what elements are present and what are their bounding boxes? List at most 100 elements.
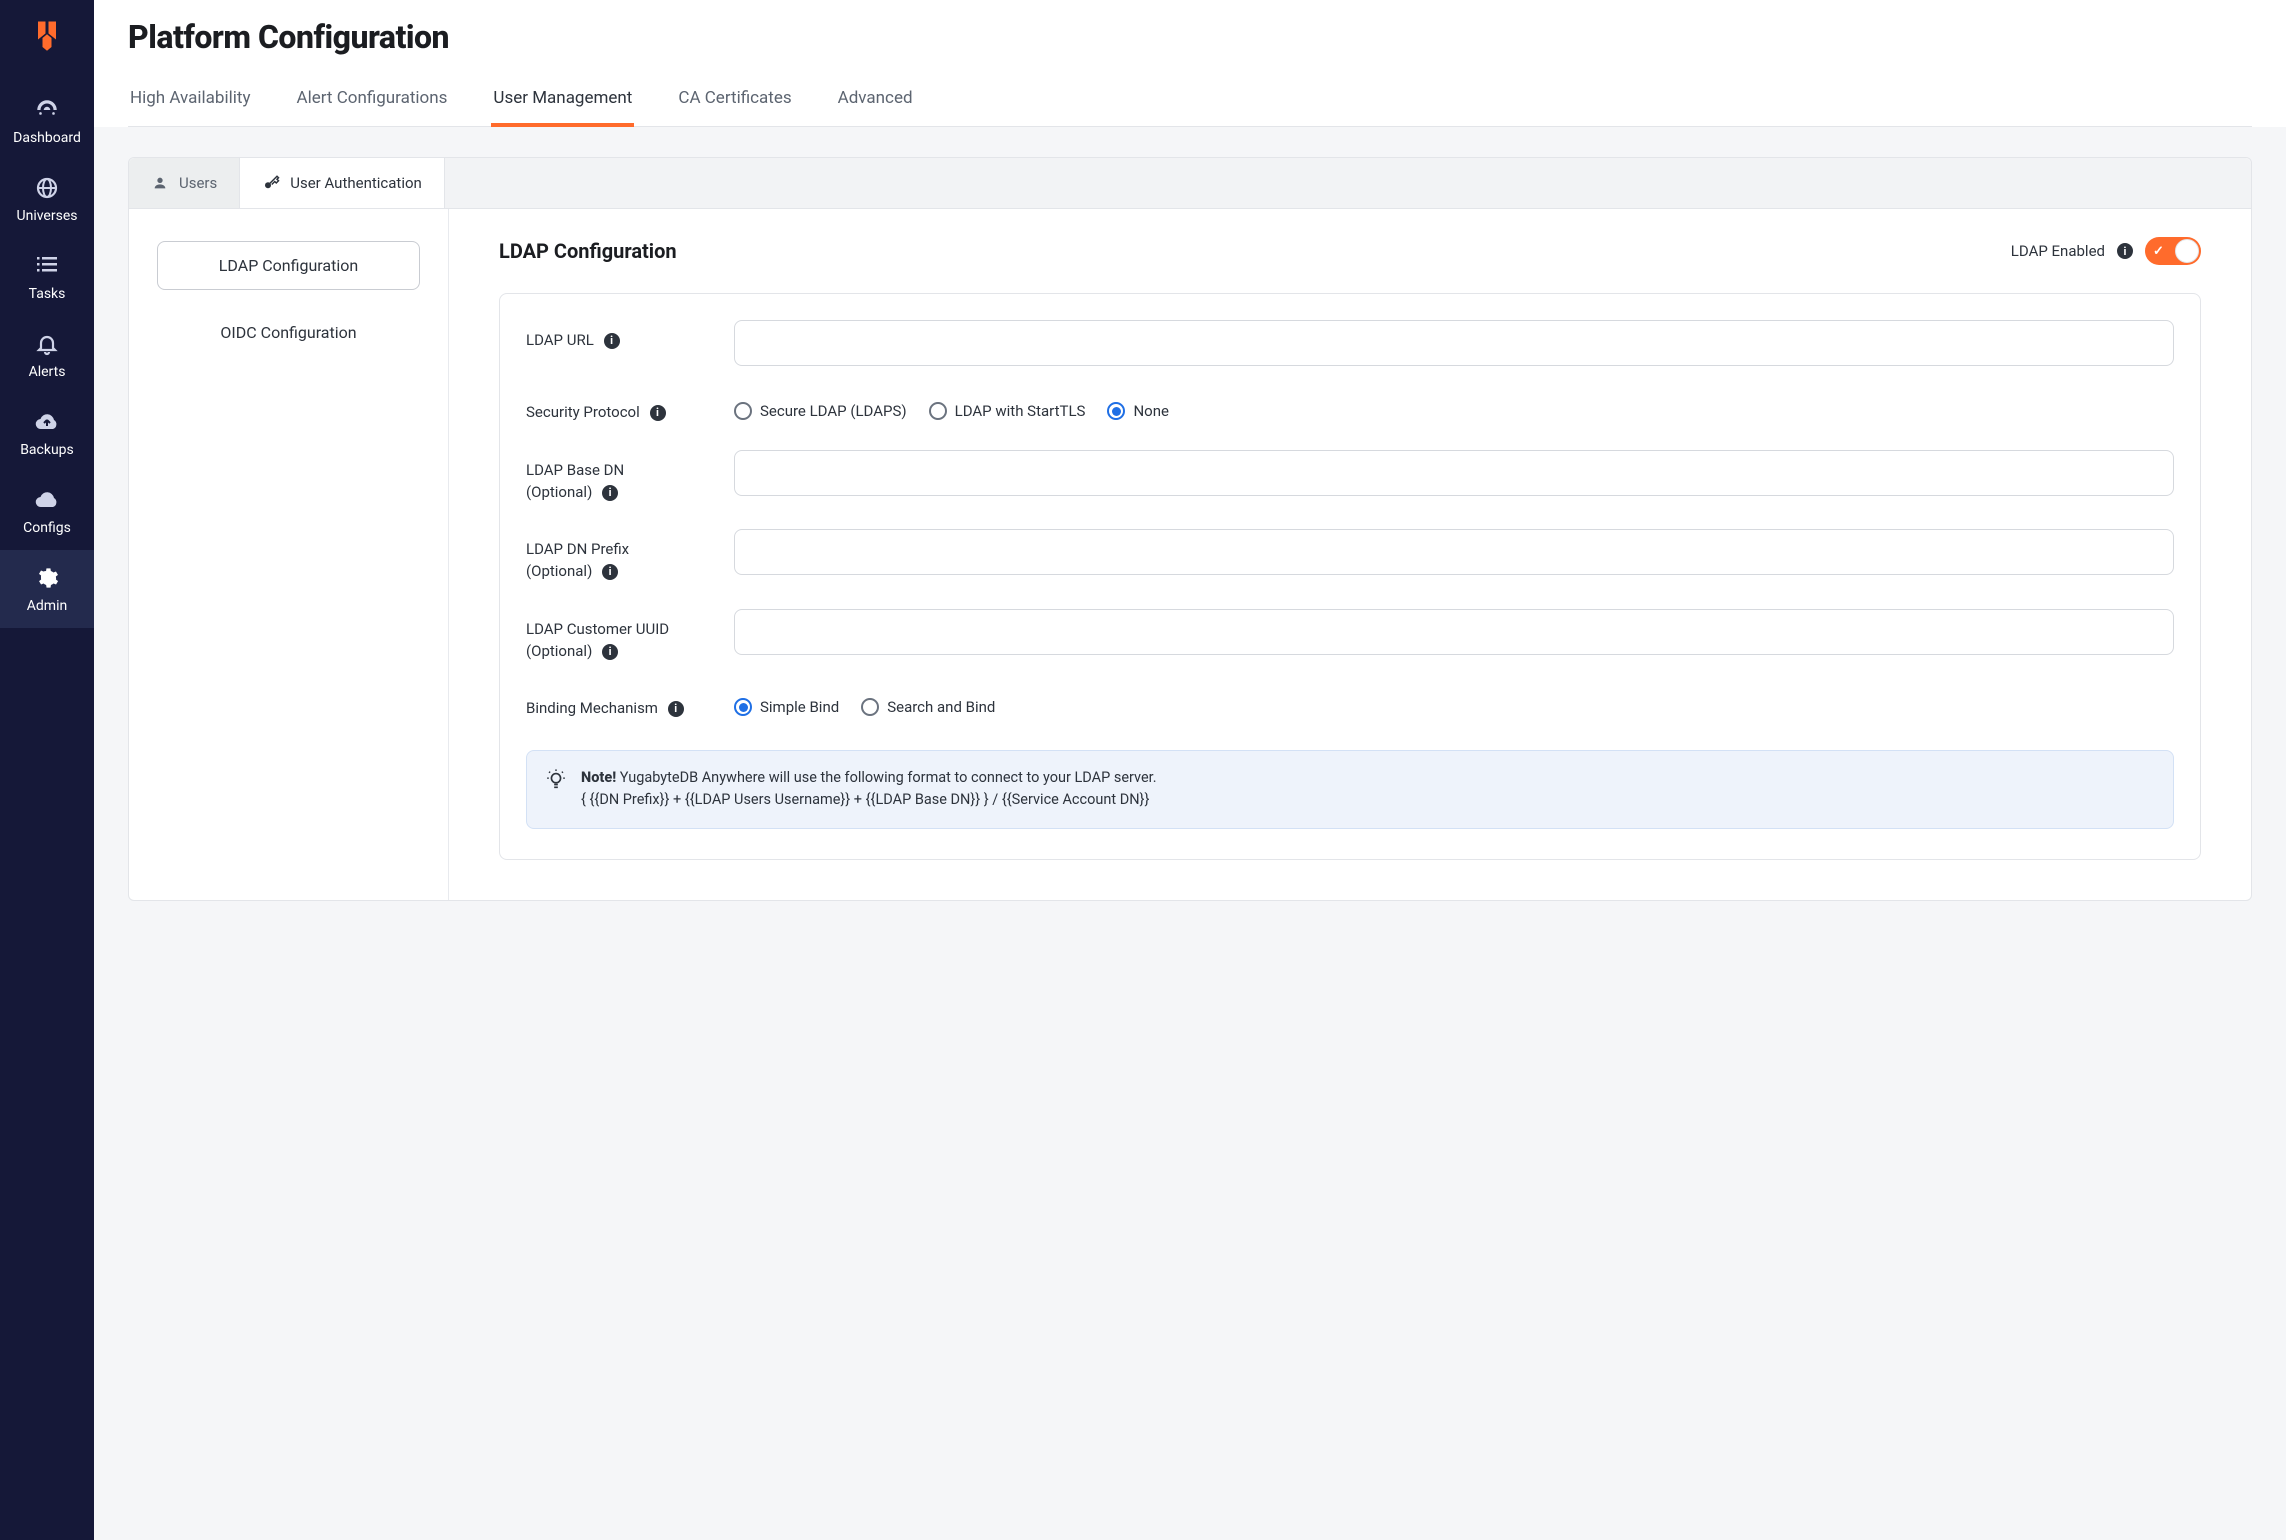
row-binding-mechanism: Binding Mechanism i Simple Bind: [526, 688, 2174, 720]
sidebar-item-label: Configs: [23, 520, 71, 536]
user-icon: [151, 174, 169, 192]
subtab-label: Users: [179, 174, 217, 192]
base-dn-label: LDAP Base DN (Optional) i: [526, 450, 714, 504]
row-dn-prefix: LDAP DN Prefix (Optional) i: [526, 529, 2174, 583]
label-text-optional: (Optional): [526, 562, 592, 580]
globe-icon: [33, 174, 61, 202]
row-base-dn: LDAP Base DN (Optional) i: [526, 450, 2174, 504]
radio-icon: [734, 402, 752, 420]
logo-icon: [28, 16, 66, 54]
ldap-enabled-toggle[interactable]: ✓: [2145, 237, 2201, 265]
radio-label: None: [1133, 402, 1169, 420]
dn-prefix-label: LDAP DN Prefix (Optional) i: [526, 529, 714, 583]
note-bold: Note!: [581, 769, 616, 786]
sidebar-item-universes[interactable]: Universes: [0, 160, 94, 238]
sidebar-item-label: Admin: [27, 598, 67, 614]
radio-icon: [1107, 402, 1125, 420]
info-icon[interactable]: i: [2117, 243, 2133, 259]
label-text: LDAP DN Prefix: [526, 540, 629, 558]
sidebar-item-admin[interactable]: Admin: [0, 550, 94, 628]
nav-ldap-configuration[interactable]: LDAP Configuration: [157, 241, 420, 290]
check-icon: ✓: [2153, 244, 2164, 259]
left-column: LDAP Configuration OIDC Configuration: [129, 209, 449, 900]
info-icon[interactable]: i: [604, 333, 620, 349]
radio-none[interactable]: None: [1107, 402, 1169, 420]
security-protocol-label: Security Protocol i: [526, 392, 714, 424]
row-customer-uuid: LDAP Customer UUID (Optional) i: [526, 609, 2174, 663]
tab-ca-certificates[interactable]: CA Certificates: [676, 74, 793, 126]
panel: Users User Authentication LDAP Configura…: [128, 157, 2252, 901]
upload-icon: [33, 408, 61, 436]
subtab-row: Users User Authentication: [129, 158, 2251, 209]
subtab-users[interactable]: Users: [129, 158, 240, 208]
radio-starttls[interactable]: LDAP with StartTLS: [929, 402, 1086, 420]
note-line1: YugabyteDB Anywhere will use the followi…: [616, 769, 1156, 786]
label-text: Binding Mechanism: [526, 699, 658, 717]
info-icon[interactable]: i: [650, 405, 666, 421]
subtab-user-authentication[interactable]: User Authentication: [240, 158, 445, 208]
sidebar-item-tasks[interactable]: Tasks: [0, 238, 94, 316]
panel-body: LDAP Configuration OIDC Configuration LD…: [129, 209, 2251, 900]
sidebar-item-dashboard[interactable]: Dashboard: [0, 82, 94, 160]
dn-prefix-input[interactable]: [734, 529, 2174, 575]
nav-oidc-configuration[interactable]: OIDC Configuration: [157, 308, 420, 357]
label-text: LDAP URL: [526, 331, 594, 349]
sidebar-item-label: Universes: [17, 208, 78, 224]
customer-uuid-input[interactable]: [734, 609, 2174, 655]
lightbulb-icon: [545, 769, 567, 791]
radio-label: LDAP with StartTLS: [955, 402, 1086, 420]
customer-uuid-label: LDAP Customer UUID (Optional) i: [526, 609, 714, 663]
cloud-icon: [33, 486, 61, 514]
toggle-knob: [2175, 239, 2199, 263]
note-text: Note! YugabyteDB Anywhere will use the f…: [581, 767, 1157, 812]
key-icon: [262, 174, 280, 192]
sidebar-item-label: Backups: [20, 442, 74, 458]
base-dn-input[interactable]: [734, 450, 2174, 496]
radio-label: Simple Bind: [760, 698, 839, 716]
info-icon[interactable]: i: [602, 644, 618, 660]
list-icon: [33, 252, 61, 280]
tab-user-management[interactable]: User Management: [491, 74, 634, 126]
info-icon[interactable]: i: [602, 485, 618, 501]
label-text: LDAP Customer UUID: [526, 620, 669, 638]
info-icon[interactable]: i: [602, 564, 618, 580]
bell-icon: [33, 330, 61, 358]
section-head: LDAP Configuration LDAP Enabled i ✓: [499, 237, 2201, 265]
row-ldap-url: LDAP URL i: [526, 320, 2174, 366]
tab-high-availability[interactable]: High Availability: [128, 74, 253, 126]
sidebar-item-configs[interactable]: Configs: [0, 472, 94, 550]
page-title: Platform Configuration: [128, 18, 2252, 56]
ldap-enabled-label: LDAP Enabled: [2011, 242, 2105, 260]
radio-label: Search and Bind: [887, 698, 995, 716]
ldap-url-label: LDAP URL i: [526, 320, 714, 352]
subtab-label: User Authentication: [290, 174, 422, 192]
right-column: LDAP Configuration LDAP Enabled i ✓: [449, 209, 2251, 900]
sidebar-item-label: Tasks: [29, 286, 66, 302]
sidebar-item-alerts[interactable]: Alerts: [0, 316, 94, 394]
radio-ldaps[interactable]: Secure LDAP (LDAPS): [734, 402, 907, 420]
content: Users User Authentication LDAP Configura…: [94, 127, 2286, 931]
radio-search-bind[interactable]: Search and Bind: [861, 698, 995, 716]
sidebar-item-label: Dashboard: [13, 130, 81, 146]
note-box: Note! YugabyteDB Anywhere will use the f…: [526, 750, 2174, 829]
sidebar-item-label: Alerts: [29, 364, 66, 380]
label-text: LDAP Base DN: [526, 461, 624, 479]
ldap-url-input[interactable]: [734, 320, 2174, 366]
tab-advanced[interactable]: Advanced: [836, 74, 915, 126]
tab-alert-configurations[interactable]: Alert Configurations: [295, 74, 450, 126]
binding-mechanism-label: Binding Mechanism i: [526, 688, 714, 720]
dashboard-icon: [33, 96, 61, 124]
info-icon[interactable]: i: [668, 701, 684, 717]
ldap-form: LDAP URL i Security Protocol: [499, 293, 2201, 860]
sidebar-item-backups[interactable]: Backups: [0, 394, 94, 472]
radio-simple-bind[interactable]: Simple Bind: [734, 698, 839, 716]
section-title: LDAP Configuration: [499, 239, 677, 263]
radio-icon: [929, 402, 947, 420]
label-text: Security Protocol: [526, 403, 640, 421]
ldap-enabled-group: LDAP Enabled i ✓: [2011, 237, 2201, 265]
top-tabs: High Availability Alert Configurations U…: [128, 74, 2252, 127]
sidebar: Dashboard Universes Tasks Alerts Backups: [0, 0, 94, 1540]
note-line2: { {{DN Prefix}} + {{LDAP Users Username}…: [581, 791, 1149, 808]
titlebar: Platform Configuration High Availability…: [94, 0, 2286, 127]
gear-icon: [33, 564, 61, 592]
